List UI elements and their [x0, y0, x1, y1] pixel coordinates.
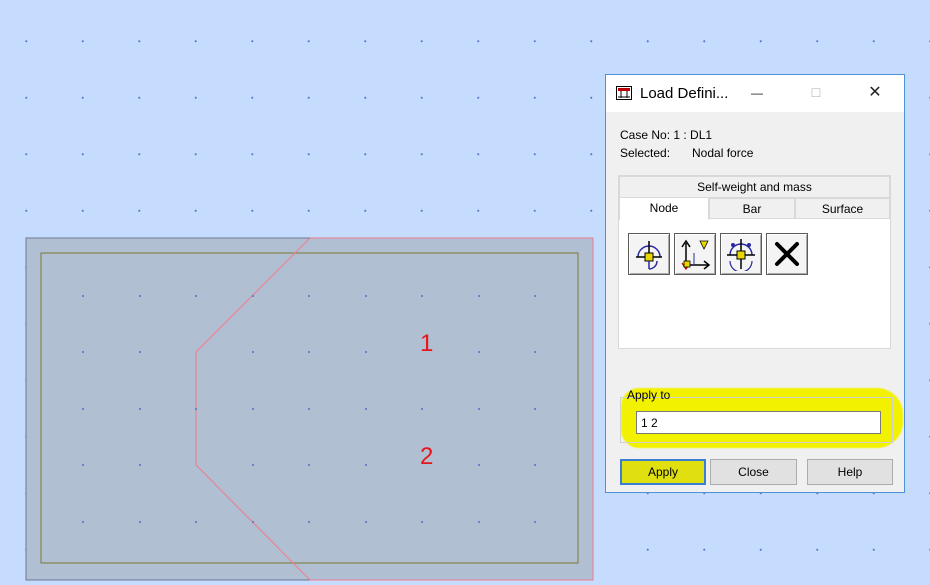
load-type-panel: Self-weight and mass Node Bar Surface [618, 175, 891, 349]
close-button[interactable]: Close [710, 459, 797, 485]
dialog-titlebar[interactable]: Load Defini... — ☐ ✕ [606, 75, 904, 112]
selected-value: Nodal force [692, 146, 754, 160]
node-label-2: 2 [420, 443, 434, 470]
apply-button[interactable]: Apply [620, 459, 706, 485]
node-label-1: 1 [420, 330, 434, 357]
load-definition-dialog[interactable]: Load Defini... — ☐ ✕ Case No: 1 : DL1 Se… [605, 74, 905, 493]
auxiliary-node-force-icon [727, 239, 755, 271]
tab-node[interactable]: Node [619, 197, 709, 220]
apply-to-label: Apply to [627, 388, 671, 402]
delete-load-icon [775, 242, 799, 266]
imposed-displacement-button[interactable] [674, 233, 716, 275]
tab-self-weight[interactable]: Self-weight and mass [619, 176, 890, 198]
selected-label: Selected: [620, 146, 671, 160]
apply-to-input[interactable] [636, 411, 881, 434]
imposed-displacement-icon [681, 239, 711, 271]
nodal-force-button[interactable] [628, 233, 670, 275]
minimize-button[interactable]: — [743, 81, 771, 105]
case-number: Case No: 1 : DL1 [620, 128, 713, 142]
app-icon [616, 86, 632, 100]
node-tab-content [619, 218, 890, 348]
nodal-force-icon [636, 241, 662, 270]
dialog-title: Load Defini... [640, 85, 729, 102]
delete-load-button[interactable] [766, 233, 808, 275]
auxiliary-node-force-button[interactable] [720, 233, 762, 275]
help-button[interactable]: Help [807, 459, 893, 485]
maximize-button[interactable]: ☐ [802, 81, 830, 105]
close-window-button[interactable]: ✕ [861, 81, 889, 105]
tab-surface[interactable]: Surface [795, 198, 890, 219]
tab-bar[interactable]: Bar [709, 198, 795, 219]
